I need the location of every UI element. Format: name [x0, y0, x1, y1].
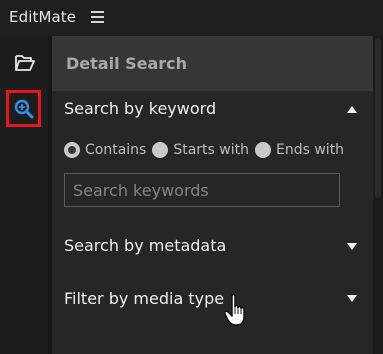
collapse-caret-icon[interactable]: [347, 106, 357, 113]
app-title: EditMate: [9, 8, 77, 26]
radio-label: Starts with: [173, 142, 249, 158]
media-type-section-title: Filter by media type: [64, 289, 225, 308]
hand-pointer-cursor-icon: [224, 293, 245, 326]
sidebar-item-folder[interactable]: [8, 45, 42, 81]
app-window: EditMate Detail Search Search by keyword…: [0, 0, 383, 354]
hamburger-menu-icon[interactable]: [91, 11, 104, 23]
radio-label: Ends with: [276, 142, 345, 158]
panel-title: Detail Search: [66, 54, 188, 73]
side-navigation: [0, 36, 48, 354]
radio-unchecked-icon: [255, 142, 271, 158]
folder-open-icon: [15, 55, 35, 71]
detail-search-panel: Detail Search Search by keyword Contains…: [52, 36, 373, 354]
sidebar-item-detail-search[interactable]: [6, 90, 41, 127]
expand-caret-icon[interactable]: [347, 243, 357, 250]
expand-caret-icon[interactable]: [347, 295, 357, 302]
radio-starts-with[interactable]: Starts with: [152, 142, 249, 158]
radio-checked-icon: [64, 142, 80, 158]
radio-unchecked-icon: [152, 142, 169, 158]
match-options: Contains Starts with Ends with: [64, 140, 350, 160]
panel-header: Detail Search: [52, 36, 373, 91]
radio-contains[interactable]: Contains: [64, 142, 146, 158]
scrollbar-thumb[interactable]: [375, 38, 381, 198]
panel-scrollbar[interactable]: [373, 36, 383, 354]
metadata-section-title: Search by metadata: [64, 236, 227, 255]
keyword-search-input[interactable]: [64, 173, 340, 207]
radio-label: Contains: [85, 142, 147, 158]
title-bar: EditMate: [0, 0, 383, 36]
keyword-section-title: Search by keyword: [64, 99, 217, 118]
zoom-in-icon: [14, 99, 33, 118]
radio-ends-with[interactable]: Ends with: [255, 142, 344, 158]
